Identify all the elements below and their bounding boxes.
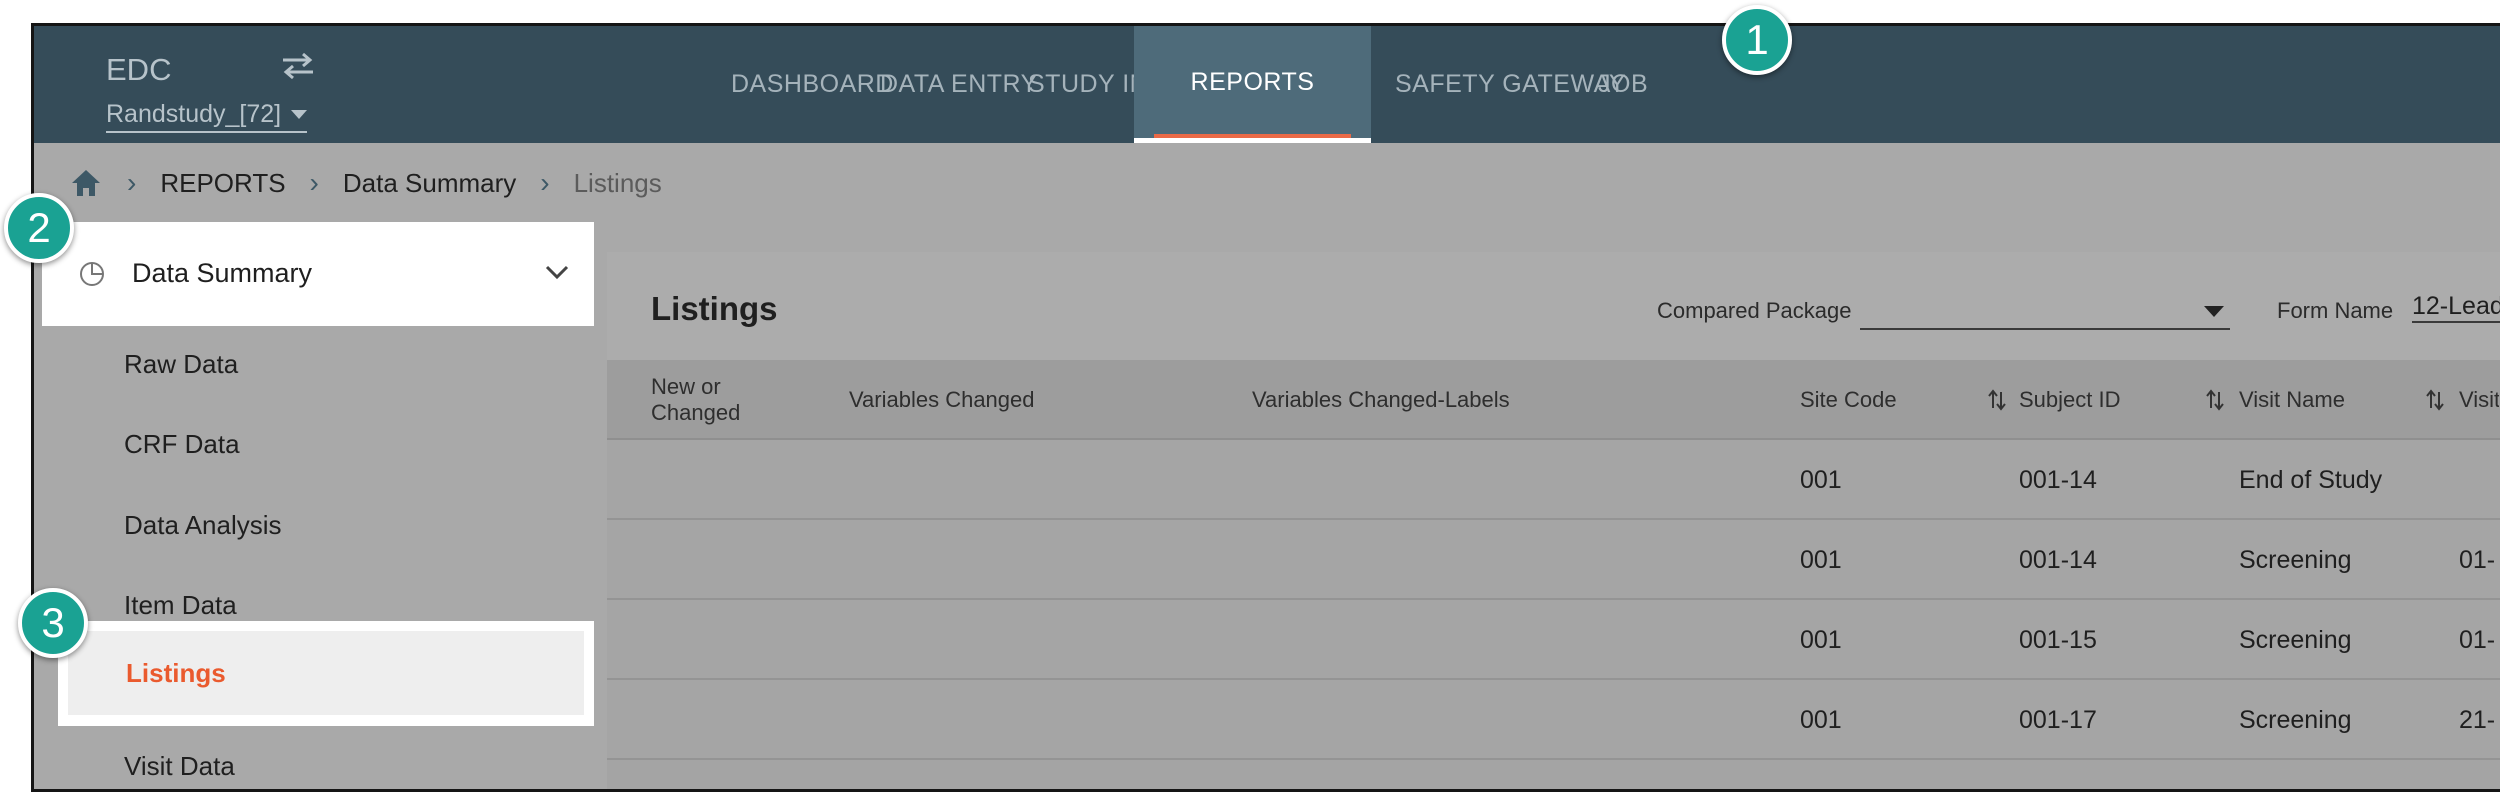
sidebar-item-item-data[interactable]: Item Data (124, 590, 237, 621)
app-title: EDC (106, 52, 172, 87)
callout-badge-2: 2 (4, 193, 74, 263)
table-header: New or Changed Variables Changed Variabl… (607, 360, 2500, 440)
cell-subject-id: 001-14 (2019, 466, 2097, 494)
chevron-right-icon: › (540, 167, 550, 198)
column-header-variables-changed-labels[interactable]: Variables Changed-Labels (1252, 387, 1510, 413)
column-header-subject-id[interactable]: Subject ID (2019, 387, 2121, 413)
cell-visit-name: End of Study (2239, 466, 2383, 494)
breadcrumb-reports[interactable]: REPORTS (160, 168, 285, 199)
cell-site-code: 001 (1800, 466, 1842, 494)
chevron-right-icon: › (127, 167, 137, 198)
app-window: EDC Randstudy_[72] DASHBOARD DATA ENTRY … (31, 23, 2500, 792)
cell-visit-date: 01- (2459, 626, 2496, 654)
cell-visit-date: 21- (2459, 706, 2496, 734)
home-icon[interactable] (69, 167, 103, 199)
tab-reports[interactable]: REPORTS (1134, 26, 1371, 143)
compared-package-select[interactable] (1860, 290, 2230, 330)
cell-visit-date: 01- (2459, 546, 2496, 574)
sidebar-item-visit-data[interactable]: Visit Data (124, 751, 235, 782)
tab-reports-label: REPORTS (1190, 68, 1315, 96)
table-row[interactable]: 001 001-17 Screening 21- (607, 680, 2500, 760)
cell-subject-id: 001-14 (2019, 546, 2097, 574)
column-header-new-or-changed[interactable]: New or Changed (651, 374, 761, 426)
sort-icon[interactable] (1987, 388, 2007, 412)
form-name-label: Form Name (2277, 298, 2394, 323)
cell-subject-id: 001-17 (2019, 706, 2097, 734)
tab-job[interactable]: JOB (1598, 26, 1648, 143)
sidebar-section-data-summary[interactable]: Data Summary (42, 222, 594, 326)
cell-site-code: 001 (1800, 626, 1842, 654)
tab-data-entry[interactable]: DATA ENTRY (880, 26, 1038, 143)
cell-visit-name: Screening (2239, 546, 2352, 574)
table-row[interactable]: 001 001-15 Screening 01- (607, 600, 2500, 680)
breadcrumb: › REPORTS › Data Summary › Listings (34, 143, 2500, 223)
cell-site-code: 001 (1800, 706, 1842, 734)
breadcrumb-listings: Listings (573, 167, 662, 198)
callout-badge-3: 3 (18, 588, 88, 658)
sidebar-section-label: Data Summary (132, 258, 313, 288)
cell-site-code: 001 (1800, 546, 1842, 574)
chevron-down-icon (545, 265, 569, 280)
breadcrumb-data-summary[interactable]: Data Summary (343, 168, 516, 199)
cell-visit-name: Screening (2239, 626, 2352, 654)
chevron-right-icon: › (309, 167, 319, 198)
tab-safety-gateway[interactable]: SAFETY GATEWAY (1395, 26, 1626, 143)
pie-chart-icon (80, 262, 104, 286)
cell-subject-id: 001-15 (2019, 626, 2097, 654)
column-header-visit-date[interactable]: Visit Date (2459, 387, 2499, 413)
panel-header: Listings Compared Package Form Name 12-L… (607, 252, 2500, 360)
sort-icon[interactable] (2205, 388, 2225, 412)
study-selector[interactable]: Randstudy_[72] (106, 100, 308, 133)
listings-panel: Listings Compared Package Form Name 12-L… (607, 252, 2500, 789)
sidebar-item-listings-label: Listings (126, 658, 226, 688)
chevron-down-icon (291, 110, 308, 119)
caret-down-icon (2204, 306, 2224, 317)
sidebar-item-crf-data[interactable]: CRF Data (124, 429, 240, 460)
top-nav-bar: EDC Randstudy_[72] DASHBOARD DATA ENTRY … (34, 26, 2500, 143)
sidebar-item-raw-data[interactable]: Raw Data (124, 349, 238, 380)
page-title: Listings (651, 290, 778, 327)
sidebar-item-listings[interactable]: Listings (58, 621, 594, 726)
form-name-select[interactable]: 12-Lead ECG (2412, 292, 2500, 323)
tab-dashboard[interactable]: DASHBOARD (731, 26, 894, 143)
active-tab-indicator (1154, 134, 1351, 138)
sidebar-item-listings-highlight: Listings (68, 631, 584, 715)
table-row[interactable]: 001 001-14 End of Study (607, 440, 2500, 520)
table-row[interactable]: 001 001-14 Screening 01- (607, 520, 2500, 600)
study-selector-label: Randstudy_[72] (106, 100, 282, 128)
column-header-variables-changed[interactable]: Variables Changed (849, 387, 1035, 413)
sidebar-item-data-analysis[interactable]: Data Analysis (124, 510, 282, 541)
column-header-site-code[interactable]: Site Code (1800, 387, 1897, 413)
callout-badge-1: 1 (1722, 5, 1792, 75)
cell-visit-name: Screening (2239, 706, 2352, 734)
switch-icon[interactable] (279, 50, 317, 82)
column-header-visit-name[interactable]: Visit Name (2239, 387, 2345, 413)
compared-package-label: Compared Package (1657, 298, 1852, 323)
sort-icon[interactable] (2425, 388, 2445, 412)
